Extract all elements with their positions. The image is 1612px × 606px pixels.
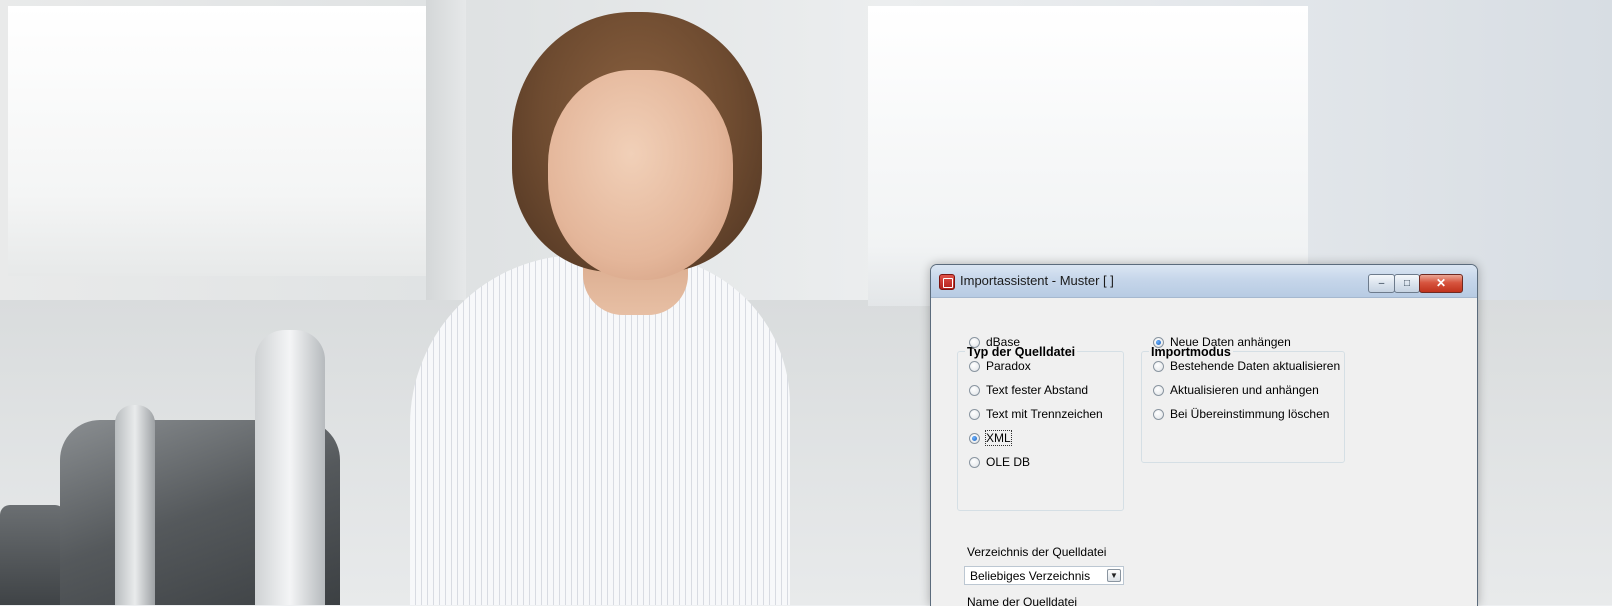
radio-icon[interactable]	[969, 336, 980, 348]
radio-selected-icon[interactable]	[969, 432, 980, 444]
source-type-option-label: XML	[985, 430, 1012, 446]
chevron-down-icon[interactable]: ▼	[1107, 569, 1121, 582]
radio-icon[interactable]	[969, 360, 980, 372]
chair-frame	[255, 330, 325, 605]
window-title: Importassistent - Muster [ ]	[960, 273, 1114, 288]
import-mode-option-label: Neue Daten anhängen	[1170, 335, 1291, 349]
minimize-button[interactable]: –	[1368, 274, 1395, 293]
title-bar[interactable]: Importassistent - Muster [ ] – □ ✕	[931, 265, 1477, 298]
radio-icon[interactable]	[969, 456, 980, 468]
office-window-right	[868, 6, 1308, 306]
source-name-label: Name der Quelldatei	[967, 595, 1078, 606]
source-type-option[interactable]: Text fester Abstand	[969, 382, 1088, 398]
close-button[interactable]: ✕	[1419, 274, 1463, 293]
source-directory-select[interactable]: Beliebiges Verzeichnis ▼	[964, 566, 1124, 585]
import-mode-option-label: Aktualisieren und anhängen	[1170, 383, 1319, 397]
radio-icon[interactable]	[1153, 384, 1164, 396]
source-type-option-label: Text fester Abstand	[986, 383, 1089, 397]
maximize-button[interactable]: □	[1394, 274, 1420, 293]
source-type-option-label: dBase	[986, 335, 1021, 349]
import-mode-option[interactable]: Neue Daten anhängen	[1153, 334, 1291, 350]
source-directory-label: Verzeichnis der Quelldatei	[967, 545, 1107, 559]
radio-selected-icon[interactable]	[1153, 336, 1164, 348]
import-mode-option-label: Bestehende Daten aktualisieren	[1170, 359, 1341, 373]
import-mode-option-label: Bei Übereinstimmung löschen	[1170, 407, 1330, 421]
source-type-option-label: Paradox	[986, 359, 1031, 373]
app-icon	[939, 274, 955, 290]
radio-icon[interactable]	[969, 408, 980, 420]
source-type-option-label: Text mit Trennzeichen	[986, 407, 1103, 421]
source-type-option[interactable]: XML	[969, 430, 1012, 446]
radio-icon[interactable]	[1153, 360, 1164, 372]
source-type-option[interactable]: dBase	[969, 334, 1020, 350]
source-type-option[interactable]: Paradox	[969, 358, 1031, 374]
dialog-content: Typ der Quelldatei dBase Paradox Text fest…	[931, 298, 1477, 606]
import-mode-option[interactable]: Bestehende Daten aktualisieren	[1153, 358, 1340, 374]
radio-icon[interactable]	[969, 384, 980, 396]
source-type-option-label: OLE DB	[986, 455, 1031, 469]
source-type-option[interactable]: Text mit Trennzeichen	[969, 406, 1103, 422]
import-mode-option[interactable]: Bei Übereinstimmung löschen	[1153, 406, 1329, 422]
import-wizard-dialog: Importassistent - Muster [ ] – □ ✕ Typ d…	[930, 264, 1478, 606]
chair-arm	[115, 405, 155, 605]
office-window-left	[8, 6, 426, 276]
window-frame	[426, 0, 466, 300]
person-face	[548, 70, 733, 280]
source-type-option[interactable]: OLE DB	[969, 454, 1030, 470]
source-directory-value: Beliebiges Verzeichnis	[970, 569, 1091, 583]
import-mode-option[interactable]: Aktualisieren und anhängen	[1153, 382, 1319, 398]
radio-icon[interactable]	[1153, 408, 1164, 420]
chair-left	[0, 505, 65, 605]
